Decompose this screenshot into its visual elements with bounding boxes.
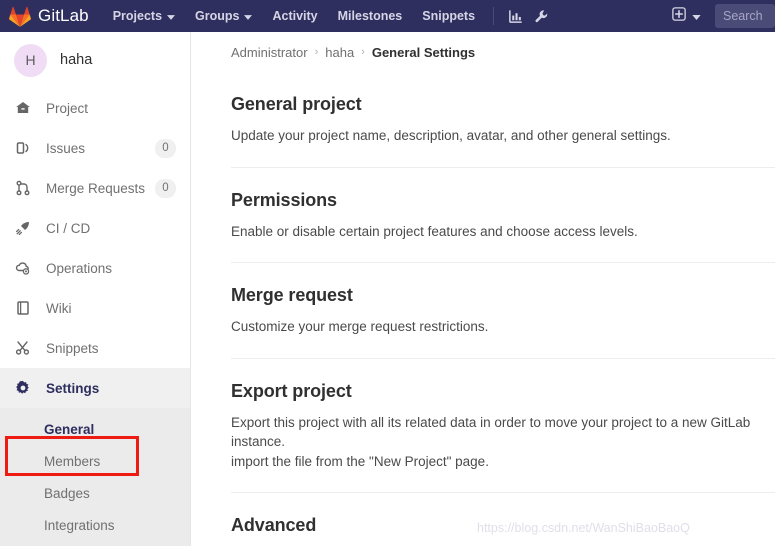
sidebar-item-label: CI / CD — [46, 220, 91, 236]
nav-link-snippets[interactable]: Snippets — [412, 0, 485, 32]
home-icon — [14, 99, 32, 117]
navbar-right — [666, 0, 775, 32]
settings-sections-list: General project Update your project name… — [191, 72, 775, 546]
section-description: Enable or disable certain project featur… — [231, 223, 638, 239]
scissors-icon — [14, 339, 32, 357]
section-title: Permissions — [231, 189, 337, 210]
chart-icon[interactable] — [502, 0, 528, 32]
section-title: Merge request — [231, 285, 353, 306]
sidebar-item-label: Issues — [46, 140, 86, 156]
section-description: Export this project with all its related… — [231, 414, 751, 469]
navbar-links: Projects Groups Activity Milestones Snip… — [103, 0, 554, 32]
wrench-icon[interactable] — [528, 0, 554, 32]
sidebar-item-snippets[interactable]: Snippets — [0, 328, 190, 368]
sidebar: H haha Project Issues 0 Merge Requests 0… — [0, 32, 191, 546]
nav-link-projects[interactable]: Projects — [103, 0, 185, 32]
sidebar-item-label: Merge Requests — [46, 180, 146, 196]
sidebar-item-wiki[interactable]: Wiki — [0, 288, 190, 328]
settings-section-general-project: General project Update your project name… — [231, 72, 775, 167]
settings-section-advanced: Advanced Perform advanced options such a… — [231, 492, 775, 546]
submenu-item-badges[interactable]: Badges — [0, 477, 190, 509]
sidebar-item-ci-cd[interactable]: CI / CD — [0, 208, 190, 248]
sidebar-item-label: Snippets — [46, 340, 99, 356]
chevron-down-icon — [167, 0, 176, 32]
book-icon — [14, 299, 32, 317]
section-description: Update your project name, description, a… — [231, 128, 671, 143]
project-title: haha — [60, 52, 93, 68]
rocket-icon — [14, 219, 32, 237]
plus-square-icon — [672, 6, 686, 26]
section-description: Customize your merge request restriction… — [231, 319, 489, 335]
gitlab-home-link[interactable]: GitLab — [0, 0, 93, 32]
sidebar-item-merge-requests[interactable]: Merge Requests 0 — [0, 168, 190, 208]
new-item-button[interactable] — [666, 6, 705, 26]
main-content: Administrator › haha › General Settings … — [191, 32, 775, 546]
section-title: Export project — [231, 380, 352, 401]
settings-submenu: General Members Badges Integrations — [0, 408, 190, 546]
breadcrumb-separator-icon: › — [361, 46, 365, 58]
nav-link-groups[interactable]: Groups — [185, 0, 262, 32]
sidebar-item-project[interactable]: Project — [0, 88, 190, 128]
top-navbar: GitLab Projects Groups Activity Mileston… — [0, 0, 775, 32]
submenu-item-general[interactable]: General — [0, 413, 190, 445]
chevron-down-icon — [244, 0, 253, 32]
project-header[interactable]: H haha — [0, 32, 190, 88]
avatar: H — [14, 43, 47, 77]
merge-request-icon — [14, 179, 32, 197]
sidebar-item-label: Settings — [46, 380, 100, 396]
merge-requests-count-badge: 0 — [155, 178, 176, 198]
nav-link-label: Projects — [112, 9, 163, 23]
submenu-item-integrations[interactable]: Integrations — [0, 509, 190, 541]
settings-section-merge-request: Merge request Customize your merge reque… — [231, 262, 775, 358]
search-input[interactable] — [715, 4, 775, 28]
submenu-item-members[interactable]: Members — [0, 445, 190, 477]
sidebar-item-operations[interactable]: Operations — [0, 248, 190, 288]
section-title: Advanced — [231, 515, 317, 536]
navbar-divider — [493, 7, 495, 25]
gitlab-fox-logo-icon — [9, 6, 31, 27]
gear-icon — [14, 379, 32, 397]
nav-link-label: Groups — [195, 9, 240, 23]
breadcrumb-item-general-settings: General Settings — [371, 44, 476, 60]
nav-link-activity[interactable]: Activity — [262, 0, 327, 32]
brand-title: GitLab — [38, 6, 89, 25]
cloud-gear-icon — [14, 259, 32, 277]
breadcrumb: Administrator › haha › General Settings — [191, 32, 775, 72]
sidebar-item-issues[interactable]: Issues 0 — [0, 128, 190, 168]
chevron-down-icon — [692, 7, 701, 25]
settings-section-export-project: Export project Export this project with … — [231, 357, 775, 493]
settings-section-permissions: Permissions Enable or disable certain pr… — [231, 166, 775, 263]
breadcrumb-separator-icon: › — [314, 46, 319, 58]
issues-count-badge: 0 — [155, 138, 176, 158]
sidebar-item-label: Operations — [46, 260, 113, 276]
breadcrumb-item-haha[interactable]: haha — [325, 45, 354, 60]
sidebar-item-settings[interactable]: Settings — [0, 368, 190, 408]
nav-link-milestones[interactable]: Milestones — [328, 0, 413, 32]
section-title: General project — [231, 94, 362, 114]
breadcrumb-item-administrator[interactable]: Administrator — [231, 45, 308, 60]
issues-icon — [14, 139, 32, 157]
sidebar-item-label: Project — [46, 100, 89, 116]
sidebar-item-label: Wiki — [46, 300, 72, 316]
